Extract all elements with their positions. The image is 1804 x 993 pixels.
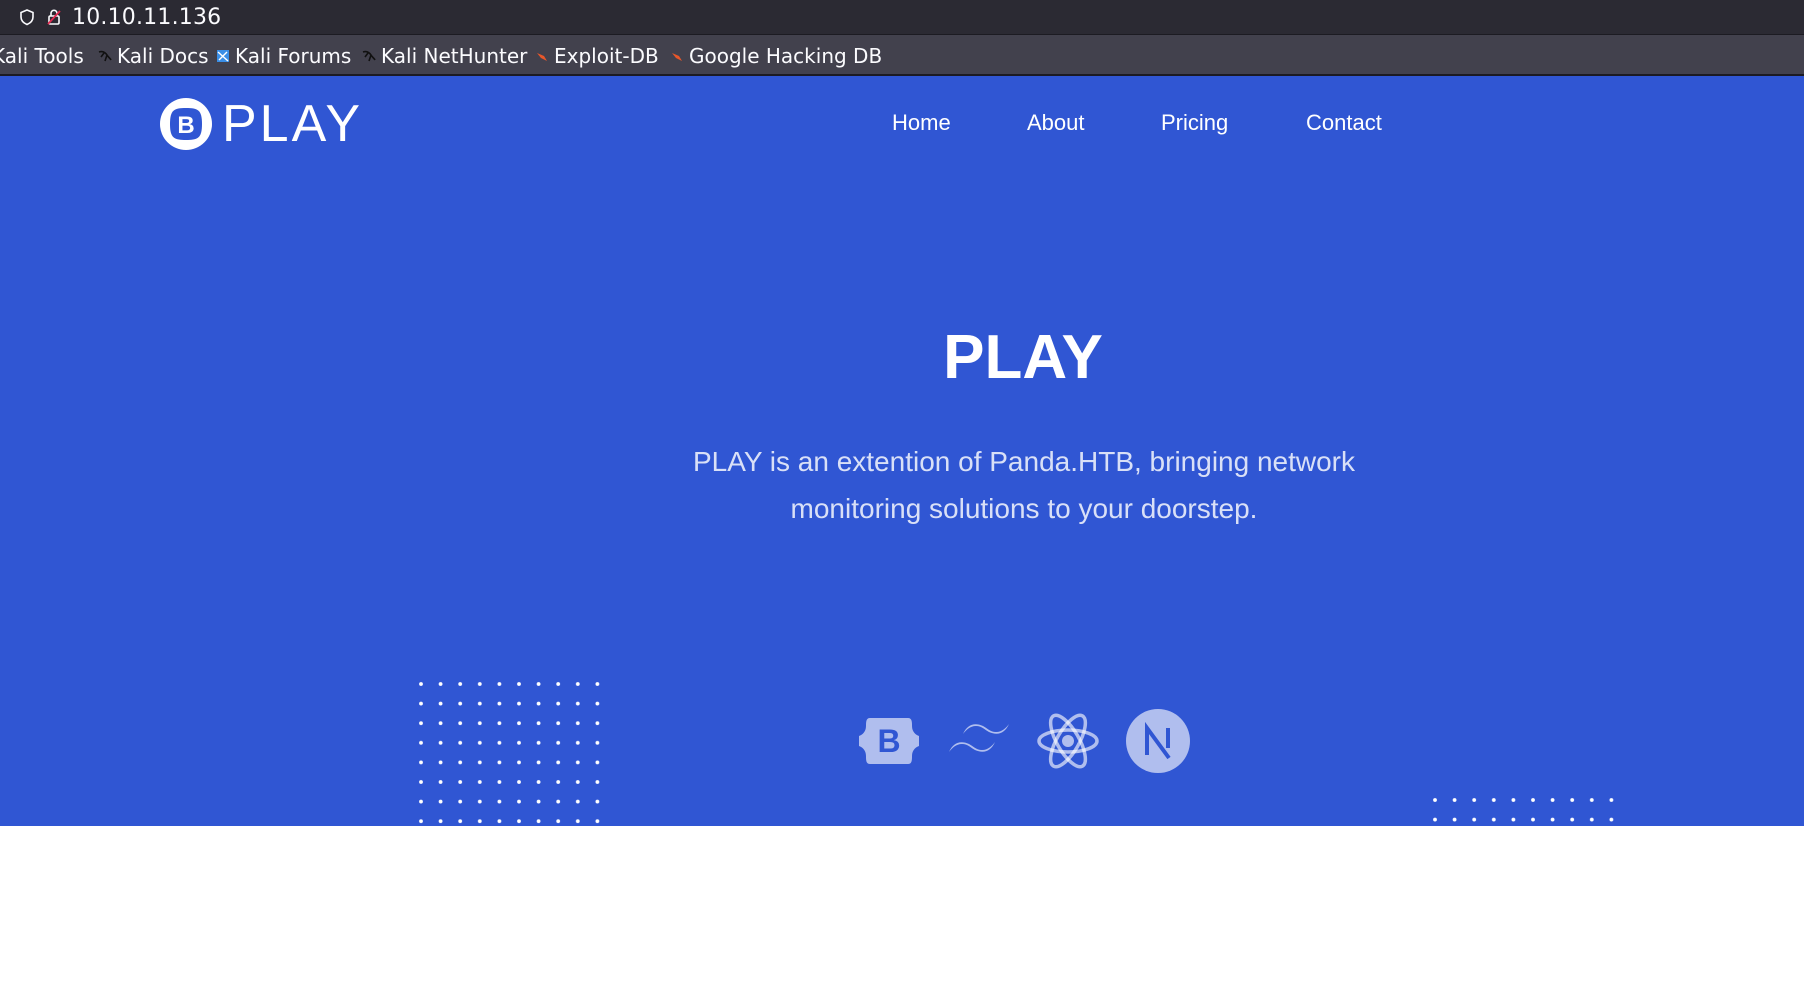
decorative-dot-grid (418, 681, 602, 826)
kali-forums-icon (217, 50, 229, 62)
insecure-lock-icon[interactable] (45, 8, 63, 26)
browser-url-bar[interactable]: 10.10.11.136 (0, 0, 1804, 35)
bookmark-kali-tools[interactable]: Kali Tools (0, 43, 84, 69)
bootstrap-logo-icon: B (160, 98, 212, 150)
exploit-db-icon (537, 53, 547, 61)
svg-text:B: B (177, 112, 194, 139)
nav-contact[interactable]: Contact (1306, 110, 1382, 136)
bookmark-label: Exploit-DB (554, 44, 659, 68)
bookmark-label: Kali Tools (0, 44, 84, 68)
bookmark-label: Kali Docs (117, 44, 209, 68)
react-icon[interactable] (1035, 708, 1101, 774)
shield-icon[interactable] (18, 8, 36, 26)
bookmark-exploit-db[interactable]: Exploit-DB (535, 43, 659, 69)
brand-name: PLAY (222, 95, 364, 153)
kali-dragon-icon (362, 50, 376, 62)
site-logo[interactable]: B PLAY (158, 96, 363, 152)
exploit-db-icon (672, 53, 682, 61)
bookmark-kali-docs[interactable]: Kali Docs (98, 43, 209, 69)
hero-description: PLAY is an extention of Panda.HTB, bring… (664, 438, 1384, 532)
hero-description-line2: monitoring solutions to your doorstep. (790, 493, 1258, 524)
bookmark-kali-nethunter[interactable]: Kali NetHunter (362, 43, 527, 69)
nav-home[interactable]: Home (892, 110, 951, 136)
bookmark-label: Google Hacking DB (689, 44, 883, 68)
bookmark-label: Kali Forums (235, 44, 352, 68)
bootstrap-icon[interactable]: B (856, 708, 922, 774)
tailwind-icon[interactable] (946, 708, 1012, 774)
bookmark-google-hacking-db[interactable]: Google Hacking DB (670, 43, 882, 69)
nav-pricing[interactable]: Pricing (1161, 110, 1228, 136)
url-text[interactable]: 10.10.11.136 (72, 5, 221, 30)
svg-text:B: B (877, 723, 900, 759)
decorative-dot-grid (1432, 797, 1616, 826)
hero-section: B PLAY Home About Pricing Contact PLAY P… (0, 76, 1804, 826)
nav-about[interactable]: About (1027, 110, 1085, 136)
nextjs-icon[interactable] (1125, 708, 1191, 774)
kali-dragon-icon (98, 50, 112, 62)
bookmark-kali-forums[interactable]: Kali Forums (216, 43, 351, 69)
hero-description-line1: PLAY is an extention of Panda.HTB, bring… (692, 446, 1356, 477)
bookmarks-toolbar: Kali Tools Kali Docs Kali Forums Kali Ne… (0, 35, 1804, 76)
bookmark-label: Kali NetHunter (381, 44, 528, 68)
hero-title: PLAY (943, 323, 1103, 392)
